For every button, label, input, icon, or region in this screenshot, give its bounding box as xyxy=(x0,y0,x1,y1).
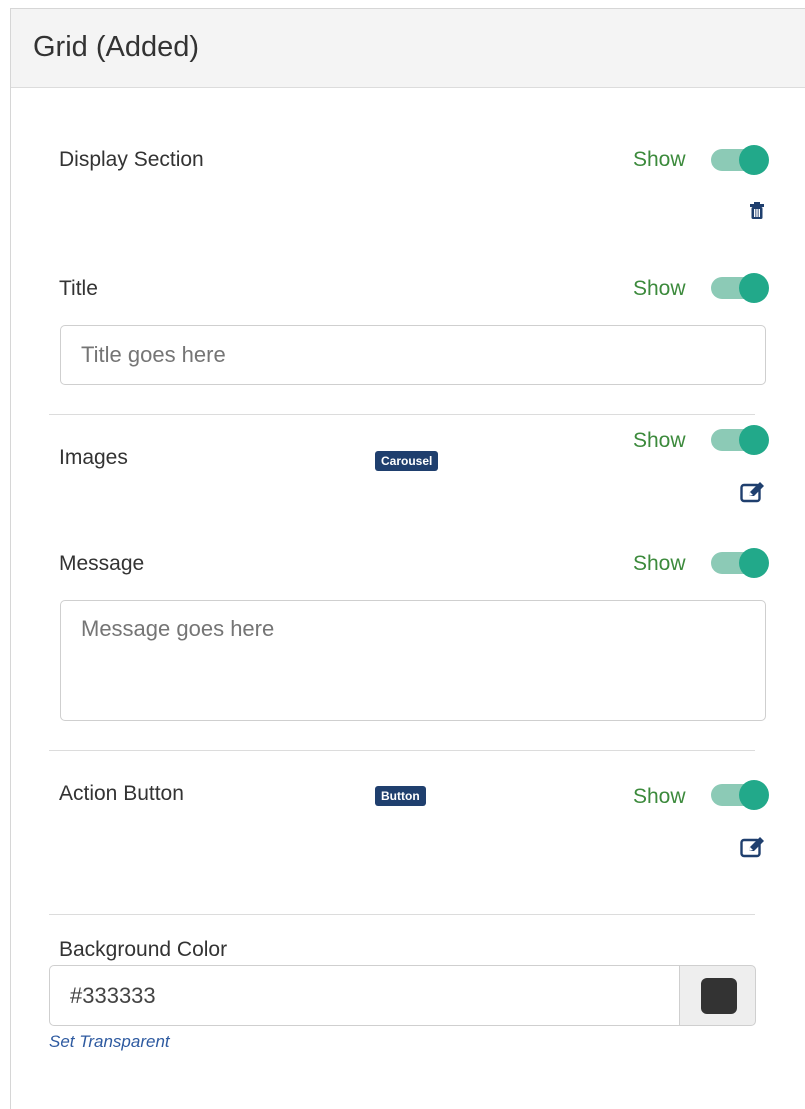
message-toggle[interactable] xyxy=(711,548,769,578)
panel-title: Grid (Added) xyxy=(33,31,200,63)
action-button-show-label: Show xyxy=(633,785,686,808)
button-badge: Button xyxy=(375,786,426,806)
display-section-show-label: Show xyxy=(633,148,686,171)
background-color-field xyxy=(49,965,756,1026)
display-section-label: Display Section xyxy=(59,148,204,171)
panel-header: Grid (Added) xyxy=(11,9,805,88)
background-color-label: Background Color xyxy=(59,938,228,961)
message-label: Message xyxy=(59,552,145,575)
action-button-toggle[interactable] xyxy=(711,780,769,810)
message-show-label: Show xyxy=(633,552,686,575)
images-show-label: Show xyxy=(633,429,686,452)
action-button-label: Action Button xyxy=(59,782,184,805)
divider xyxy=(49,914,755,915)
carousel-badge: Carousel xyxy=(375,451,439,471)
title-label: Title xyxy=(59,277,98,300)
images-toggle[interactable] xyxy=(711,425,769,455)
divider xyxy=(49,750,755,751)
edit-icon[interactable] xyxy=(740,836,766,863)
trash-icon[interactable] xyxy=(748,201,766,226)
title-show-label: Show xyxy=(633,277,686,300)
images-label: Images xyxy=(59,446,128,469)
title-input[interactable] xyxy=(60,325,766,385)
edit-icon[interactable] xyxy=(740,481,766,508)
background-color-input[interactable] xyxy=(49,965,680,1026)
divider xyxy=(49,414,755,415)
title-toggle[interactable] xyxy=(711,273,769,303)
color-swatch xyxy=(701,978,737,1014)
color-picker-button[interactable] xyxy=(679,965,756,1026)
message-textarea[interactable] xyxy=(60,600,766,721)
set-transparent-link[interactable]: Set Transparent xyxy=(49,1032,170,1052)
display-section-toggle[interactable] xyxy=(711,145,769,175)
